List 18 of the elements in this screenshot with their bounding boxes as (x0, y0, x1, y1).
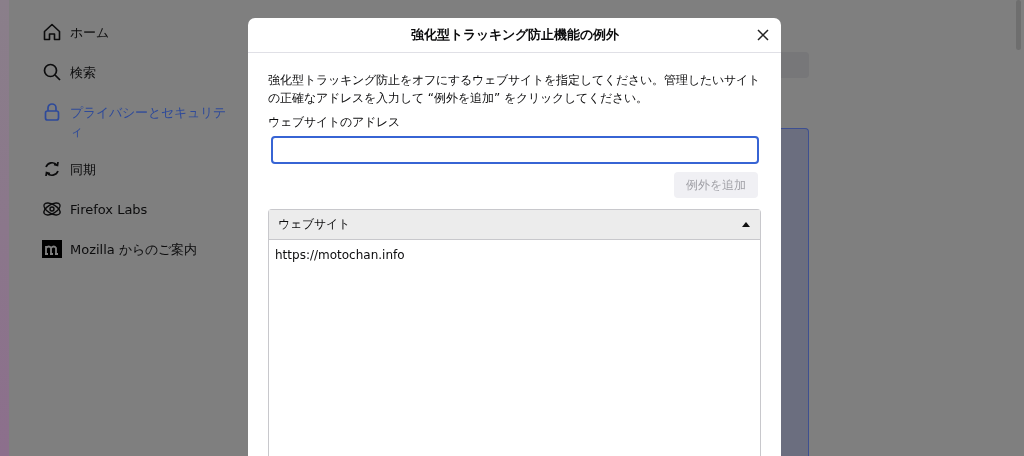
atom-icon (42, 199, 62, 219)
dialog-title: 強化型トラッキング防止機能の例外 (410, 26, 619, 44)
website-row[interactable]: https://motochan.info (269, 240, 760, 270)
lock-icon (42, 102, 62, 122)
mozilla-logo-icon (42, 239, 62, 259)
sync-icon (42, 159, 62, 179)
close-icon (757, 29, 769, 41)
sidebar-item[interactable]: ホーム (42, 22, 232, 44)
address-label: ウェブサイトのアドレス (268, 114, 401, 131)
description-text: 強化型トラッキング防止をオフにするウェブサイトを指定してください。管理したいサイトの正確なアドレスを入力して “例外を追加” をクリックしてください。 (268, 72, 761, 107)
sidebar-item[interactable]: Mozilla からのご案内 (42, 239, 232, 261)
sidebar-item[interactable]: 同期 (42, 159, 232, 181)
sidebar-item[interactable]: 検索 (42, 62, 232, 84)
search-icon (42, 62, 62, 82)
address-input-field[interactable] (271, 136, 759, 164)
home-icon (42, 22, 62, 42)
column-header[interactable]: ウェブサイト (269, 210, 760, 240)
sidebar-item[interactable]: Firefox Labs (42, 199, 232, 221)
